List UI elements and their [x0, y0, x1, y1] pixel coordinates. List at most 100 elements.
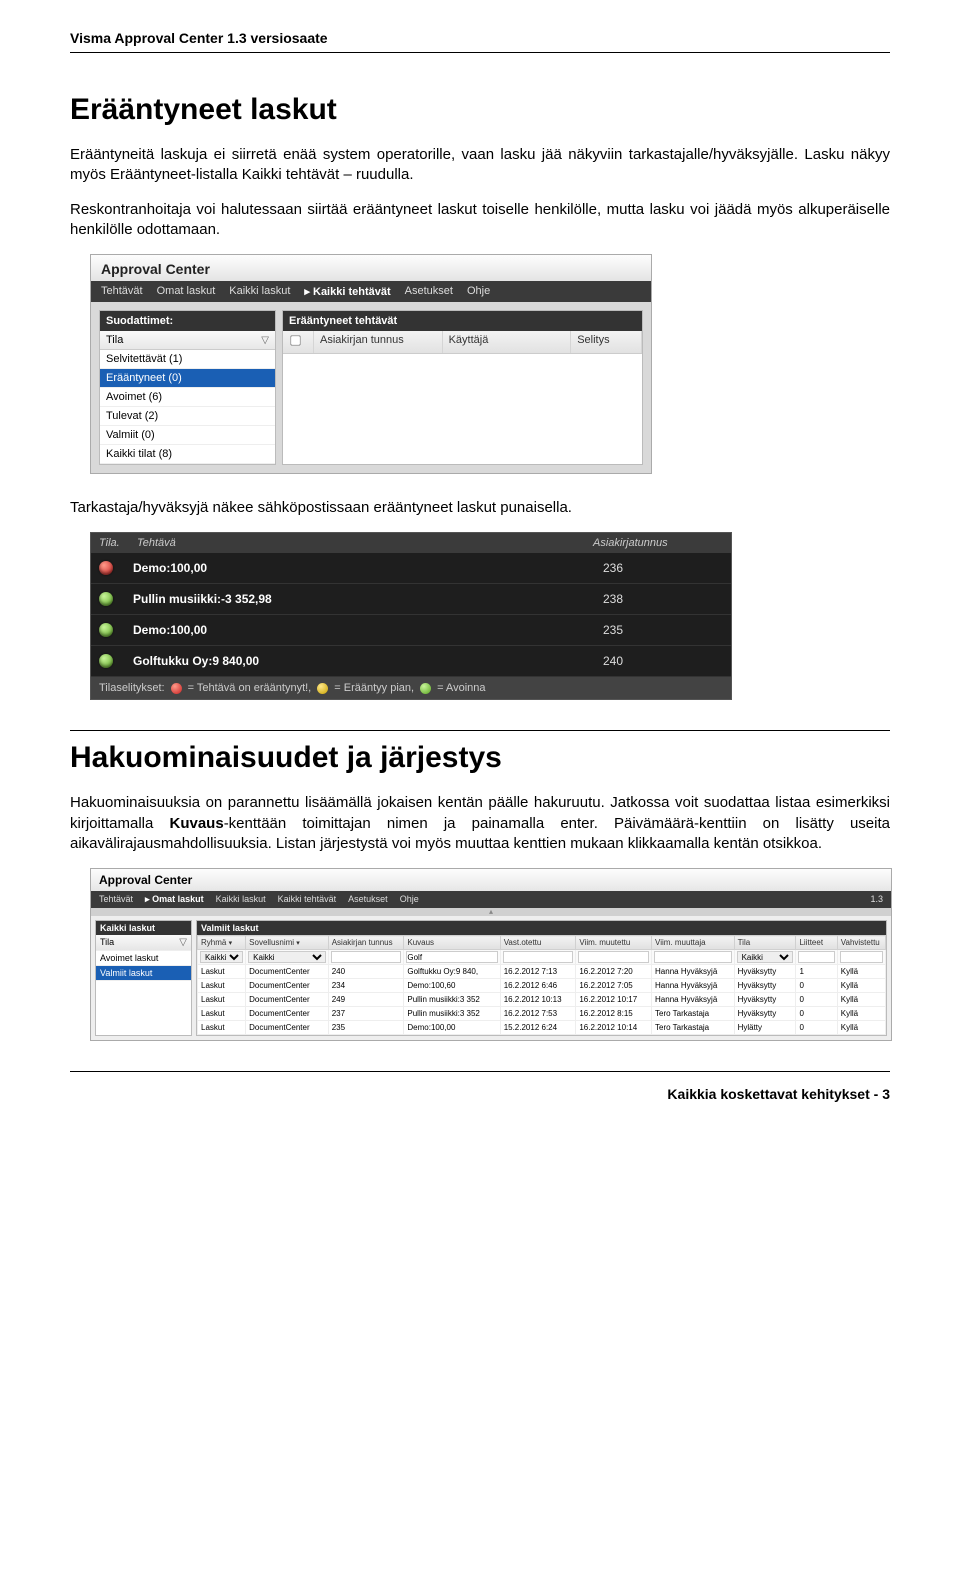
main-header: Valmiit laskut	[197, 921, 886, 935]
table-row[interactable]: LaskutDocumentCenter249Pullin musiikki:3…	[198, 993, 886, 1007]
filter-input[interactable]	[406, 951, 497, 963]
menubar: Tehtävät Omat laskut Kaikki laskut Kaikk…	[91, 281, 651, 302]
email-row[interactable]: Demo:100,00236	[91, 553, 731, 584]
table-cell: Hyväksytty	[734, 965, 796, 979]
section-title-1: Erääntyneet laskut	[70, 93, 890, 127]
column-header[interactable]: Kuvaus	[404, 936, 500, 950]
tila-dropdown[interactable]: Tila ▽	[96, 935, 191, 951]
task-label: Golftukku Oy:9 840,00	[133, 654, 603, 668]
email-headers: Tila. Tehtävä Asiakirjatunnus	[91, 533, 731, 553]
table-cell: Kyllä	[837, 1007, 885, 1021]
sidebar-item-selected[interactable]: Valmiit laskut	[96, 966, 191, 981]
table-cell: 16.2.2012 7:20	[576, 965, 652, 979]
table-cell: Laskut	[198, 979, 246, 993]
column-header[interactable]: Vast.otettu	[500, 936, 576, 950]
divider	[70, 52, 890, 53]
menu-item[interactable]: Kaikki laskut	[229, 285, 290, 298]
column-header[interactable]: Sovellusnimi ▾	[246, 936, 329, 950]
column-header[interactable]: Tila	[734, 936, 796, 950]
menu-item[interactable]: Kaikki tehtävät	[278, 894, 337, 905]
filter-item-selected[interactable]: Erääntyneet (0)	[100, 369, 275, 388]
table-row[interactable]: LaskutDocumentCenter240Golftukku Oy:9 84…	[198, 965, 886, 979]
column-header[interactable]: Viim. muuttaja	[652, 936, 735, 950]
page-header: Visma Approval Center 1.3 versiosaate	[70, 30, 890, 46]
task-label: Pullin musiikki:-3 352,98	[133, 592, 603, 606]
filter-input[interactable]	[503, 951, 574, 963]
email-row[interactable]: Pullin musiikki:-3 352,98238	[91, 584, 731, 615]
column-headers: Asiakirjan tunnus Käyttäjä Selitys	[283, 331, 642, 354]
status-dot-icon	[99, 561, 113, 575]
filter-item[interactable]: Kaikki tilat (8)	[100, 445, 275, 464]
table-cell: 0	[796, 979, 837, 993]
table-cell: Laskut	[198, 965, 246, 979]
filter-item[interactable]: Valmiit (0)	[100, 426, 275, 445]
legend-label: Tilaselitykset:	[99, 682, 165, 694]
table-cell: 16.2.2012 8:15	[576, 1007, 652, 1021]
table-cell: Kyllä	[837, 965, 885, 979]
table-row[interactable]: LaskutDocumentCenter237Pullin musiikki:3…	[198, 1007, 886, 1021]
invoice-table: Ryhmä ▾Sovellusnimi ▾Asiakirjan tunnusKu…	[197, 935, 886, 1035]
table-cell: Hanna Hyväksyjä	[652, 979, 735, 993]
column-header[interactable]: Asiakirjan tunnus	[328, 936, 404, 950]
filter-item[interactable]: Selvitettävät (1)	[100, 350, 275, 369]
legend: Tilaselitykset: = Tehtävä on erääntynyt!…	[91, 677, 731, 699]
column-header[interactable]: Ryhmä ▾	[198, 936, 246, 950]
sidebar: Kaikki laskut Tila ▽ Avoimet laskut Valm…	[95, 920, 192, 1036]
menu-item[interactable]: Ohje	[467, 285, 490, 298]
menu-item[interactable]: Tehtävät	[101, 285, 143, 298]
column-header[interactable]: Vahvistettu	[837, 936, 885, 950]
filter-input[interactable]	[798, 951, 834, 963]
column-header[interactable]: Viim. muutettu	[576, 936, 652, 950]
paragraph: Tarkastaja/hyväksyjä näkee sähköpostissa…	[70, 498, 890, 518]
table-cell: DocumentCenter	[246, 979, 329, 993]
table-cell: DocumentCenter	[246, 965, 329, 979]
legend-text: = Tehtävä on erääntynyt!,	[188, 682, 312, 694]
table-cell: 16.2.2012 6:46	[500, 979, 576, 993]
menu-item[interactable]: Asetukset	[405, 285, 453, 298]
sidebar-header: Kaikki laskut	[96, 921, 191, 935]
column-header[interactable]: Liitteet	[796, 936, 837, 950]
menu-item-selected[interactable]: Kaikki tehtävät	[304, 285, 390, 298]
divider	[70, 730, 890, 731]
tila-dropdown[interactable]: Tila ▽	[100, 331, 275, 350]
email-row[interactable]: Demo:100,00235	[91, 615, 731, 646]
table-cell: 16.2.2012 7:05	[576, 979, 652, 993]
filter-input[interactable]	[654, 951, 732, 963]
document-id: 236	[603, 561, 723, 575]
table-cell: 0	[796, 993, 837, 1007]
drag-handle[interactable]: ▴	[91, 908, 891, 916]
legend-text: = Erääntyy pian,	[334, 682, 414, 694]
column-header[interactable]: Asiakirjan tunnus	[314, 331, 443, 353]
menu-item[interactable]: Tehtävät	[99, 894, 133, 905]
column-header[interactable]: Käyttäjä	[443, 331, 572, 353]
filter-item[interactable]: Tulevat (2)	[100, 407, 275, 426]
table-cell: 237	[328, 1007, 404, 1021]
status-dot-icon	[99, 623, 113, 637]
filter-select[interactable]: Kaikki	[248, 951, 326, 963]
table-cell: Kyllä	[837, 993, 885, 1007]
email-row[interactable]: Golftukku Oy:9 840,00240	[91, 646, 731, 677]
legend-dot-yellow	[317, 683, 328, 694]
table-row[interactable]: LaskutDocumentCenter234Demo:100,6016.2.2…	[198, 979, 886, 993]
checkbox-column[interactable]	[283, 331, 314, 353]
filter-select[interactable]: Kaikki	[737, 951, 794, 963]
menu-item[interactable]: Asetukset	[348, 894, 388, 905]
menu-item[interactable]: Ohje	[400, 894, 419, 905]
column-header[interactable]: Selitys	[571, 331, 642, 353]
filter-select[interactable]: Kaikki	[200, 951, 243, 963]
status-dot-icon	[99, 592, 113, 606]
filter-item[interactable]: Avoimet (6)	[100, 388, 275, 407]
sidebar-item[interactable]: Avoimet laskut	[96, 951, 191, 966]
menu-item-selected[interactable]: Omat laskut	[145, 894, 204, 905]
section-title-2: Hakuominaisuudet ja järjestys	[70, 741, 890, 775]
table-cell: Hanna Hyväksyjä	[652, 993, 735, 1007]
table-cell: 0	[796, 1021, 837, 1035]
filter-input[interactable]	[578, 951, 649, 963]
app-title: Approval Center	[91, 255, 651, 281]
menu-item[interactable]: Omat laskut	[157, 285, 216, 298]
filter-input[interactable]	[331, 951, 402, 963]
table-cell: 235	[328, 1021, 404, 1035]
menu-item[interactable]: Kaikki laskut	[216, 894, 266, 905]
filter-input[interactable]	[840, 951, 883, 963]
table-row[interactable]: LaskutDocumentCenter235Demo:100,0015.2.2…	[198, 1021, 886, 1035]
